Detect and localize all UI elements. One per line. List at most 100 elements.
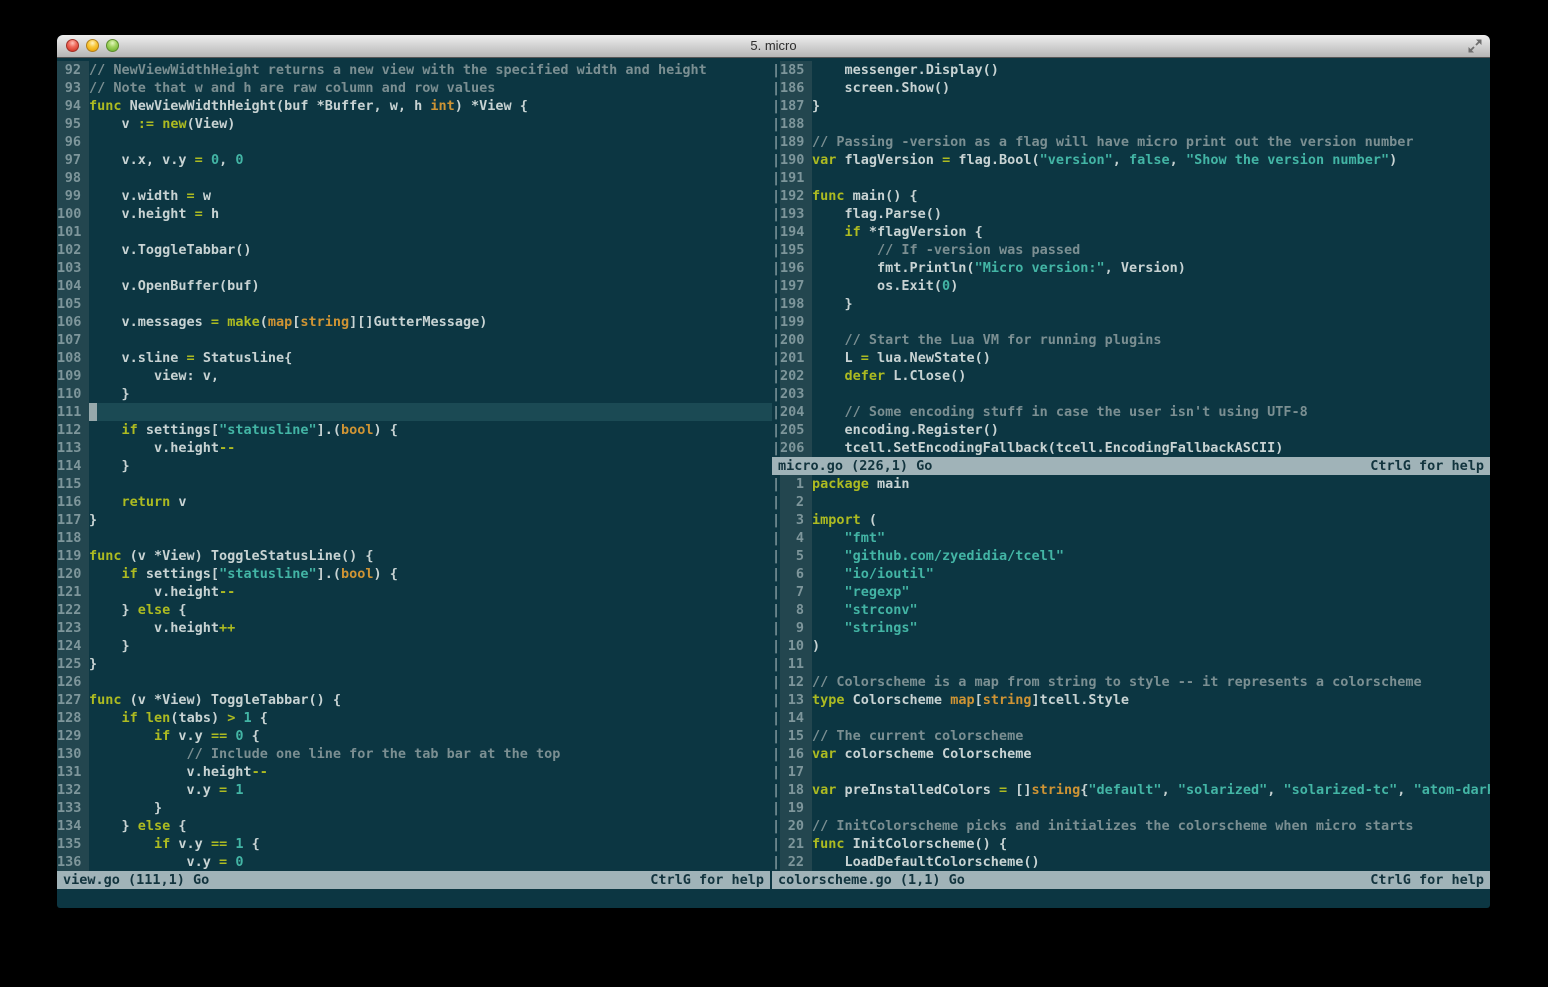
split-divider[interactable]: | <box>772 169 780 187</box>
code-text[interactable] <box>89 475 772 493</box>
code-text[interactable]: } <box>89 655 772 673</box>
code-text[interactable]: // InitColorscheme picks and initializes… <box>812 817 1490 835</box>
split-divider[interactable]: | <box>772 817 780 835</box>
split-divider[interactable]: | <box>772 655 780 673</box>
split-divider[interactable]: | <box>772 79 780 97</box>
code-text[interactable]: v.y = 1 <box>89 781 772 799</box>
split-divider[interactable]: | <box>772 565 780 583</box>
code-text[interactable]: v.y = 0 <box>89 853 772 871</box>
code-text[interactable] <box>89 295 772 313</box>
pane-view-go[interactable]: 92// NewViewWidthHeight returns a new vi… <box>57 61 772 871</box>
code-text[interactable]: v := new(View) <box>89 115 772 133</box>
split-divider[interactable]: | <box>772 115 780 133</box>
code-text[interactable]: import ( <box>812 511 1490 529</box>
code-text[interactable]: type Colorscheme map[string]tcell.Style <box>812 691 1490 709</box>
code-text[interactable]: } else { <box>89 601 772 619</box>
code-text[interactable]: func (v *View) ToggleTabbar() { <box>89 691 772 709</box>
pane-micro-go[interactable]: |185 messenger.Display()|186 screen.Show… <box>772 61 1490 457</box>
command-line[interactable] <box>57 889 1490 907</box>
code-text[interactable]: } <box>89 799 772 817</box>
code-text[interactable] <box>812 313 1490 331</box>
code-text[interactable]: if v.y == 1 { <box>89 835 772 853</box>
code-text[interactable]: defer L.Close() <box>812 367 1490 385</box>
code-text[interactable]: v.x, v.y = 0, 0 <box>89 151 772 169</box>
split-divider[interactable]: | <box>772 223 780 241</box>
code-text[interactable]: "strconv" <box>812 601 1490 619</box>
code-text[interactable]: // The current colorscheme <box>812 727 1490 745</box>
split-divider[interactable]: | <box>772 187 780 205</box>
code-text[interactable] <box>89 529 772 547</box>
split-divider[interactable]: | <box>772 133 780 151</box>
resize-icon[interactable] <box>1467 38 1483 54</box>
split-divider[interactable]: | <box>772 709 780 727</box>
code-text[interactable]: func main() { <box>812 187 1490 205</box>
split-divider[interactable]: | <box>772 385 780 403</box>
code-text[interactable] <box>89 673 772 691</box>
split-divider[interactable]: | <box>772 763 780 781</box>
code-text[interactable]: "strings" <box>812 619 1490 637</box>
code-text[interactable]: var colorscheme Colorscheme <box>812 745 1490 763</box>
code-text[interactable]: func (v *View) ToggleStatusLine() { <box>89 547 772 565</box>
split-divider[interactable]: | <box>772 421 780 439</box>
code-text[interactable] <box>812 799 1490 817</box>
code-text[interactable]: return v <box>89 493 772 511</box>
code-text[interactable]: // Include one line for the tab bar at t… <box>89 745 772 763</box>
split-divider[interactable]: | <box>772 259 780 277</box>
split-divider[interactable]: | <box>772 853 780 871</box>
split-divider[interactable]: | <box>772 601 780 619</box>
code-text[interactable]: v.height++ <box>89 619 772 637</box>
split-divider[interactable]: | <box>772 241 780 259</box>
titlebar[interactable]: 5. micro <box>57 35 1490 58</box>
split-divider[interactable]: | <box>772 295 780 313</box>
code-text[interactable]: v.ToggleTabbar() <box>89 241 772 259</box>
code-text[interactable]: LoadDefaultColorscheme() <box>812 853 1490 871</box>
code-text[interactable] <box>89 133 772 151</box>
split-divider[interactable]: | <box>772 583 780 601</box>
code-text[interactable]: // If -version was passed <box>812 241 1490 259</box>
code-text[interactable]: "io/ioutil" <box>812 565 1490 583</box>
split-divider[interactable]: | <box>772 547 780 565</box>
split-divider[interactable]: | <box>772 691 780 709</box>
code-text[interactable]: v.messages = make(map[string][]GutterMes… <box>89 313 772 331</box>
code-text[interactable]: flag.Parse() <box>812 205 1490 223</box>
code-text[interactable] <box>89 169 772 187</box>
code-text[interactable]: encoding.Register() <box>812 421 1490 439</box>
code-text[interactable]: if len(tabs) > 1 { <box>89 709 772 727</box>
pane-colorscheme-go[interactable]: |1package main|2|3import (|4 "fmt"|5 "gi… <box>772 475 1490 871</box>
code-text[interactable]: v.height-- <box>89 763 772 781</box>
code-text[interactable]: // Colorscheme is a map from string to s… <box>812 673 1490 691</box>
split-divider[interactable]: | <box>772 799 780 817</box>
split-divider[interactable]: | <box>772 529 780 547</box>
code-text[interactable]: v.OpenBuffer(buf) <box>89 277 772 295</box>
code-text[interactable]: } else { <box>89 817 772 835</box>
code-text[interactable] <box>812 763 1490 781</box>
code-text[interactable] <box>89 331 772 349</box>
split-divider[interactable]: | <box>772 493 780 511</box>
code-text[interactable]: } <box>89 637 772 655</box>
code-text[interactable]: // Passing -version as a flag will have … <box>812 133 1490 151</box>
code-text[interactable]: } <box>89 457 772 475</box>
split-divider[interactable]: | <box>772 511 780 529</box>
split-divider[interactable]: | <box>772 835 780 853</box>
code-text[interactable]: // NewViewWidthHeight returns a new view… <box>89 61 772 79</box>
code-text[interactable]: if settings["statusline"].(bool) { <box>89 421 772 439</box>
split-divider[interactable]: | <box>772 97 780 115</box>
split-divider[interactable]: | <box>772 781 780 799</box>
code-text[interactable]: messenger.Display() <box>812 61 1490 79</box>
split-divider[interactable]: | <box>772 727 780 745</box>
code-text[interactable]: } <box>812 295 1490 313</box>
code-text[interactable]: var flagVersion = flag.Bool("version", f… <box>812 151 1490 169</box>
code-text[interactable] <box>812 169 1490 187</box>
split-divider[interactable]: | <box>772 151 780 169</box>
code-text[interactable]: if settings["statusline"].(bool) { <box>89 565 772 583</box>
code-text[interactable]: if v.y == 0 { <box>89 727 772 745</box>
split-divider[interactable]: | <box>772 403 780 421</box>
code-text[interactable]: } <box>89 385 772 403</box>
split-divider[interactable]: | <box>772 367 780 385</box>
code-text[interactable] <box>812 493 1490 511</box>
code-text[interactable]: "fmt" <box>812 529 1490 547</box>
split-divider[interactable]: | <box>772 331 780 349</box>
code-text[interactable]: os.Exit(0) <box>812 277 1490 295</box>
code-text[interactable]: } <box>89 511 772 529</box>
code-text[interactable]: // Note that w and h are raw column and … <box>89 79 772 97</box>
